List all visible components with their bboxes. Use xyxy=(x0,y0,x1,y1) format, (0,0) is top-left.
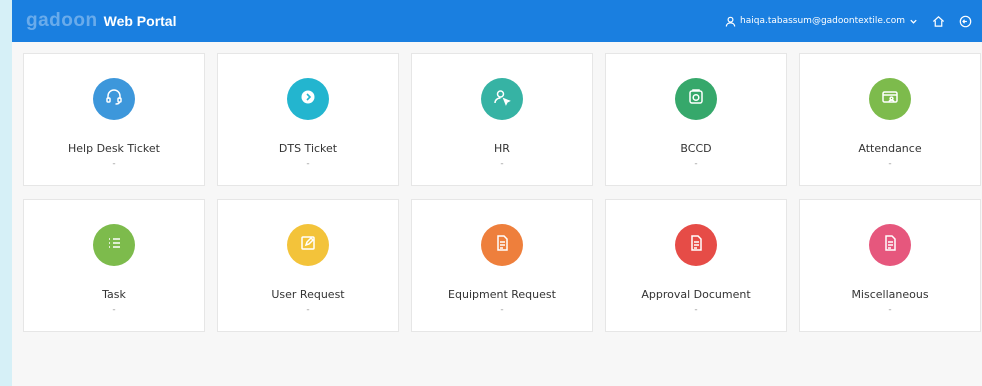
brand[interactable]: gadoon Web Portal xyxy=(26,10,176,32)
chevron-down-icon xyxy=(909,17,918,26)
equipment-request-circle xyxy=(481,224,523,266)
tile-attendance[interactable]: Attendance - xyxy=(799,53,981,186)
tile-label: User Request xyxy=(271,288,345,301)
tile-approval-document[interactable]: Approval Document - xyxy=(605,199,787,332)
tile-label: BCCD xyxy=(680,142,712,155)
tile-label: DTS Ticket xyxy=(278,142,338,155)
user-request-circle xyxy=(287,224,329,266)
camera-box-icon xyxy=(686,87,706,111)
tile-task[interactable]: Task - xyxy=(23,199,205,332)
checklist-icon xyxy=(104,233,124,257)
id-card-icon xyxy=(880,87,900,111)
home-icon[interactable] xyxy=(932,15,945,28)
tile-subtext: - xyxy=(694,305,698,315)
tile-subtext: - xyxy=(306,305,310,315)
approval-document-circle xyxy=(675,224,717,266)
gadoon-logo: gadoon xyxy=(26,10,98,31)
help-desk-circle xyxy=(93,78,135,120)
tile-label: Approval Document xyxy=(641,288,751,301)
left-edge-strip xyxy=(0,0,12,386)
hr-circle xyxy=(481,78,523,120)
right-nav: haiqa.tabassum@gadoontextile.com xyxy=(725,15,972,28)
dts-circle xyxy=(287,78,329,120)
chevron-right-circle-icon xyxy=(298,87,318,111)
bccd-circle xyxy=(675,78,717,120)
tile-subtext: - xyxy=(112,305,116,315)
attendance-circle xyxy=(869,78,911,120)
task-circle xyxy=(93,224,135,266)
document-icon xyxy=(686,233,706,257)
tile-subtext: - xyxy=(694,159,698,169)
tile-subtext: - xyxy=(500,159,504,169)
top-navigation-bar: gadoon Web Portal haiqa.tabassum@gadoont… xyxy=(12,0,982,42)
document-icon xyxy=(492,233,512,257)
tile-hr[interactable]: HR - xyxy=(411,53,593,186)
tile-label: Miscellaneous xyxy=(851,288,929,301)
tile-user-request[interactable]: User Request - xyxy=(217,199,399,332)
tile-subtext: - xyxy=(888,159,892,169)
tile-label: Equipment Request xyxy=(448,288,556,301)
tile-subtext: - xyxy=(112,159,116,169)
headset-icon xyxy=(104,87,124,111)
user-cursor-icon xyxy=(492,87,512,111)
tile-help-desk-ticket[interactable]: Help Desk Ticket - xyxy=(23,53,205,186)
logout-icon[interactable] xyxy=(959,15,972,28)
tile-subtext: - xyxy=(888,305,892,315)
tile-label: Attendance xyxy=(858,142,922,155)
web-portal-app: gadoon Web Portal haiqa.tabassum@gadoont… xyxy=(12,0,982,386)
tile-bccd[interactable]: BCCD - xyxy=(605,53,787,186)
tile-label: Task xyxy=(102,288,126,301)
user-email: haiqa.tabassum@gadoontextile.com xyxy=(740,16,905,26)
tile-dts-ticket[interactable]: DTS Ticket - xyxy=(217,53,399,186)
edit-icon xyxy=(298,233,318,257)
miscellaneous-circle xyxy=(869,224,911,266)
tile-label: HR xyxy=(494,142,510,155)
tile-miscellaneous[interactable]: Miscellaneous - xyxy=(799,199,981,332)
module-tile-grid: Help Desk Ticket - DTS Ticket - HR - BCC… xyxy=(23,53,981,332)
user-icon xyxy=(725,16,736,27)
tile-subtext: - xyxy=(306,159,310,169)
tile-equipment-request[interactable]: Equipment Request - xyxy=(411,199,593,332)
portal-title: Web Portal xyxy=(103,13,177,29)
tile-subtext: - xyxy=(500,305,504,315)
user-menu[interactable]: haiqa.tabassum@gadoontextile.com xyxy=(725,16,918,27)
tile-label: Help Desk Ticket xyxy=(68,142,160,155)
document-icon xyxy=(880,233,900,257)
